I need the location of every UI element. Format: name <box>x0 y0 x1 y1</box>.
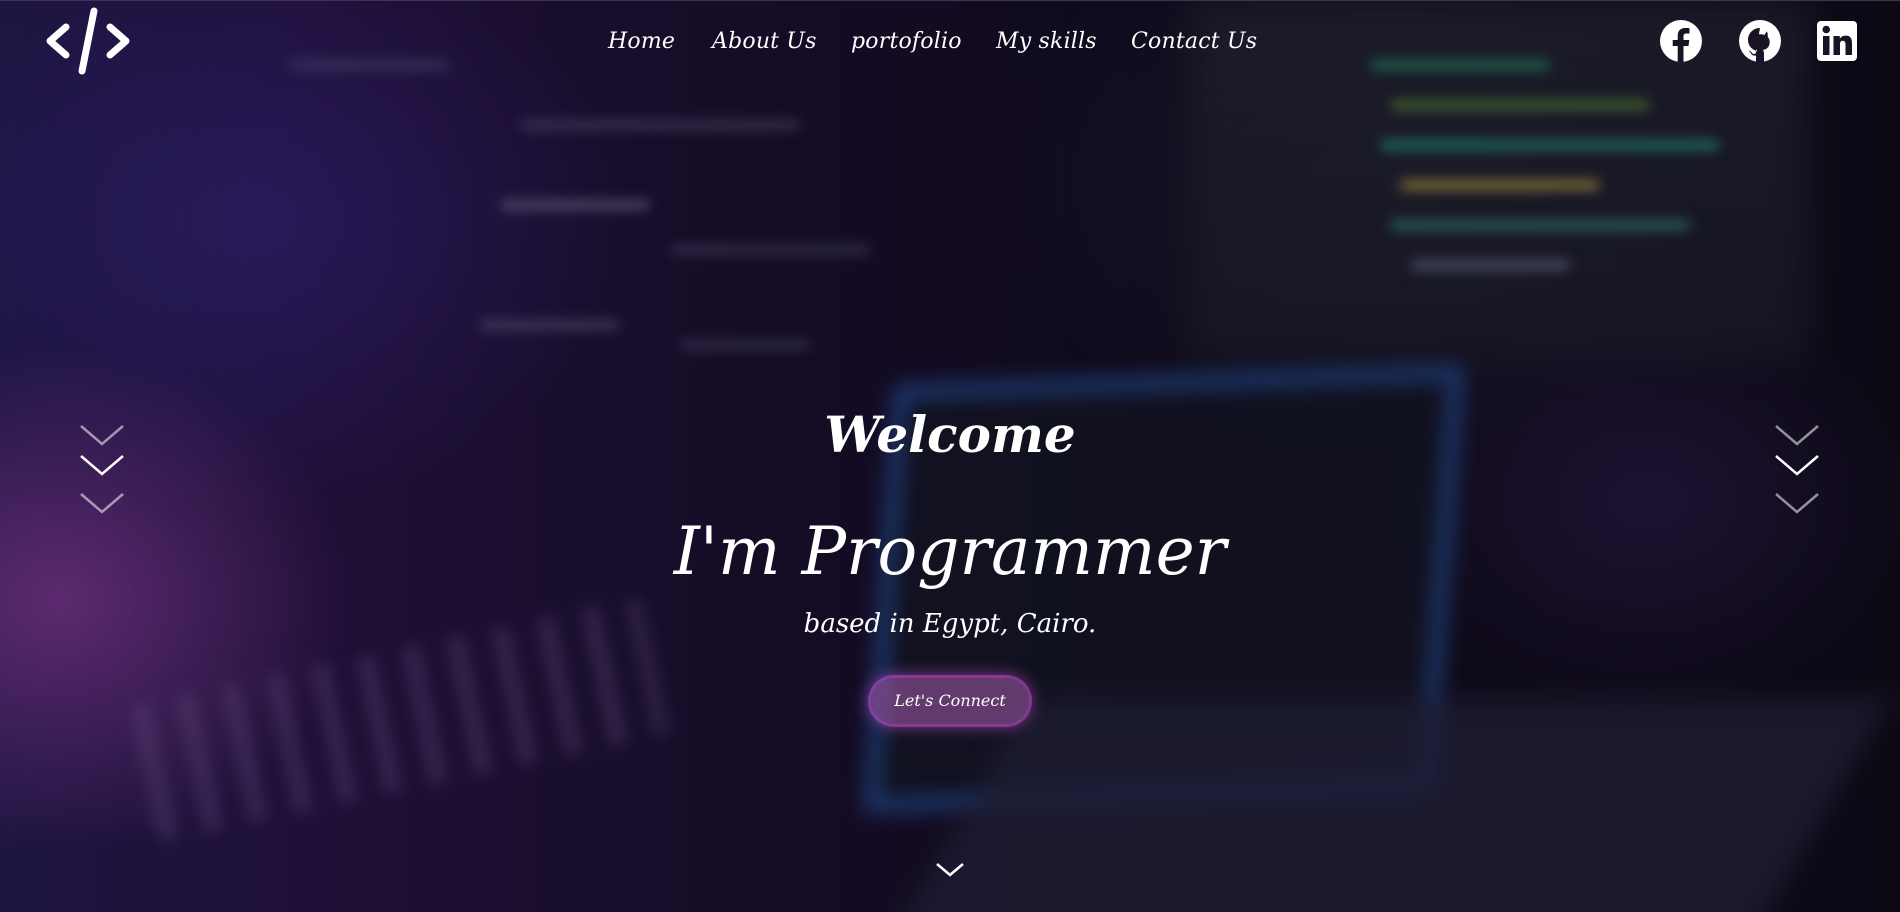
page: Home About Us portofolio My skills Conta… <box>0 0 1900 912</box>
nav-link-contact-us[interactable]: Contact Us <box>1131 29 1257 54</box>
scroll-down-button[interactable] <box>934 860 966 880</box>
logo[interactable] <box>44 7 132 75</box>
nav-link-my-skills[interactable]: My skills <box>996 29 1097 54</box>
nav-link-portofolio[interactable]: portofolio <box>851 29 962 54</box>
github-link[interactable] <box>1738 19 1782 63</box>
hero-welcome: Welcome <box>824 405 1076 464</box>
github-icon <box>1739 20 1781 62</box>
lets-connect-button[interactable]: Let's Connect <box>871 678 1029 724</box>
chevron-down-icon <box>936 863 964 877</box>
linkedin-link[interactable] <box>1815 19 1859 63</box>
nav-link-home[interactable]: Home <box>608 29 675 54</box>
facebook-link[interactable] <box>1659 19 1703 63</box>
chevron-down-icon <box>1775 493 1819 514</box>
chevron-down-icon <box>80 493 124 514</box>
linkedin-icon <box>1817 21 1857 61</box>
hero-subtitle: based in Egypt, Cairo. <box>803 609 1097 639</box>
nav-link-about-us[interactable]: About Us <box>712 29 817 54</box>
code-brackets-icon <box>46 7 130 75</box>
facebook-icon <box>1660 20 1702 62</box>
hero-title: I'm Programmer <box>673 513 1227 590</box>
site-header: Home About Us portofolio My skills Conta… <box>0 0 1900 81</box>
